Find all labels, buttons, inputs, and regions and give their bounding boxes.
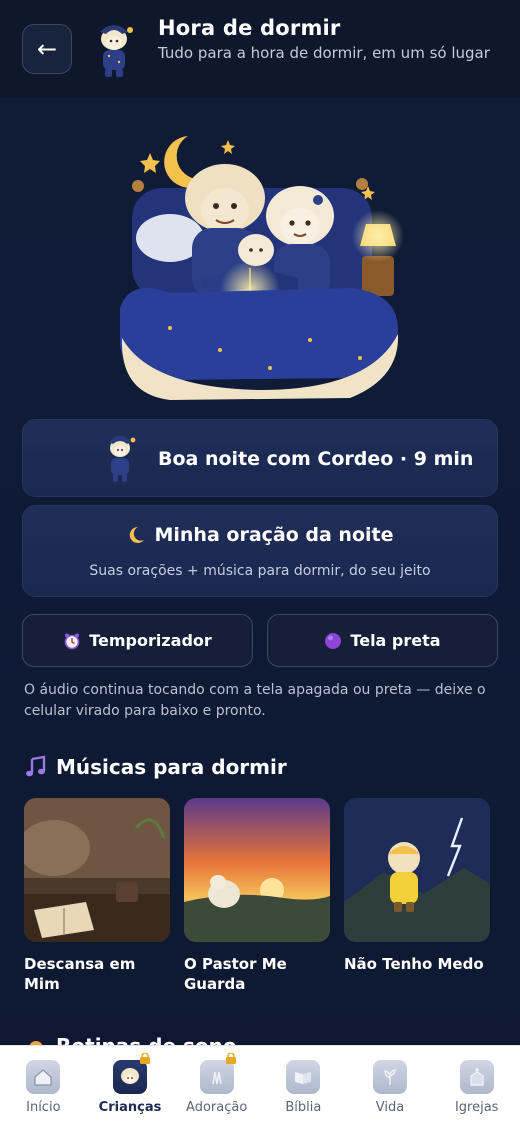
page-subtitle: Tudo para a hora de dormir, em um só lug… bbox=[158, 44, 490, 62]
night-prayer-label: Minha oração da noite bbox=[154, 524, 394, 546]
timer-label: Temporizador bbox=[89, 631, 212, 650]
music-title: O Pastor Me Guarda bbox=[184, 955, 287, 993]
crescent-moon-icon bbox=[130, 526, 145, 543]
nav-item-criancas[interactable]: Crianças bbox=[87, 1046, 174, 1125]
nav-label: Início bbox=[26, 1100, 61, 1115]
alarm-clock-icon bbox=[64, 633, 80, 649]
music-thumbnail bbox=[18, 798, 170, 942]
music-thumbnail bbox=[184, 798, 330, 942]
page-title: Hora de dormir bbox=[158, 16, 341, 40]
sheep-mascot-icon bbox=[100, 25, 133, 77]
nav-item-adoracao[interactable]: Adoração bbox=[173, 1046, 260, 1125]
back-arrow-icon: ← bbox=[36, 35, 58, 63]
sheep-icon bbox=[113, 1060, 147, 1094]
back-button[interactable]: ← bbox=[22, 24, 72, 74]
lock-icon bbox=[139, 1053, 150, 1064]
nav-item-inicio[interactable]: Início bbox=[0, 1046, 87, 1125]
header: ← Hora de dormir Tudo para a hora de dor… bbox=[0, 0, 520, 98]
music-title: Não Tenho Medo bbox=[344, 955, 484, 973]
timer-button[interactable]: Temporizador bbox=[22, 614, 253, 667]
night-prayer-button[interactable]: Minha oração da noite Suas orações + mús… bbox=[22, 505, 498, 597]
nav-item-igrejas[interactable]: Igrejas bbox=[433, 1046, 520, 1125]
black-screen-button[interactable]: Tela preta bbox=[267, 614, 498, 667]
nav-label: Adoração bbox=[186, 1100, 248, 1115]
nav-label: Igrejas bbox=[454, 1100, 499, 1115]
night-prayer-subtitle: Suas orações + música para dormir, do se… bbox=[89, 563, 431, 579]
nav-label: Vida bbox=[375, 1100, 405, 1115]
music-section-title: Músicas para dormir bbox=[24, 755, 287, 779]
cordeo-story-button[interactable]: Boa noite com Cordeo · 9 min bbox=[22, 419, 498, 497]
music-thumbnail bbox=[344, 798, 490, 942]
audio-note: O áudio continua tocando com a tela apag… bbox=[24, 682, 486, 719]
nav-item-vida[interactable]: Vida bbox=[347, 1046, 434, 1125]
nav-label: Crianças bbox=[98, 1100, 162, 1115]
lock-icon bbox=[226, 1053, 237, 1064]
music-card[interactable]: Descansa em Mim bbox=[18, 798, 170, 994]
nav-label: Bíblia bbox=[285, 1100, 322, 1115]
music-card[interactable]: Não Tenho Medo bbox=[344, 798, 490, 974]
music-title: Descansa em Mim bbox=[24, 955, 136, 993]
bedtime-hero-illustration bbox=[119, 136, 404, 400]
worship-icon bbox=[199, 1060, 234, 1094]
purple-circle-icon bbox=[325, 632, 342, 649]
bottom-navigation: Início Crianças Adoração Bíblia Vida Igr… bbox=[0, 1045, 520, 1125]
music-section-label: Músicas para dormir bbox=[56, 755, 287, 779]
home-icon bbox=[26, 1060, 61, 1094]
music-note-icon bbox=[26, 755, 46, 777]
music-card[interactable]: O Pastor Me Guarda bbox=[184, 798, 330, 994]
leaf-icon bbox=[373, 1060, 408, 1094]
cordeo-story-label: Boa noite com Cordeo · 9 min bbox=[158, 448, 474, 470]
bible-icon bbox=[286, 1060, 321, 1094]
sheep-mascot-icon bbox=[109, 436, 136, 482]
bedtime-screen: ← Hora de dormir Tudo para a hora de dor… bbox=[0, 0, 520, 1125]
nav-item-biblia[interactable]: Bíblia bbox=[260, 1046, 347, 1125]
black-screen-label: Tela preta bbox=[350, 631, 441, 650]
church-icon bbox=[459, 1060, 494, 1094]
